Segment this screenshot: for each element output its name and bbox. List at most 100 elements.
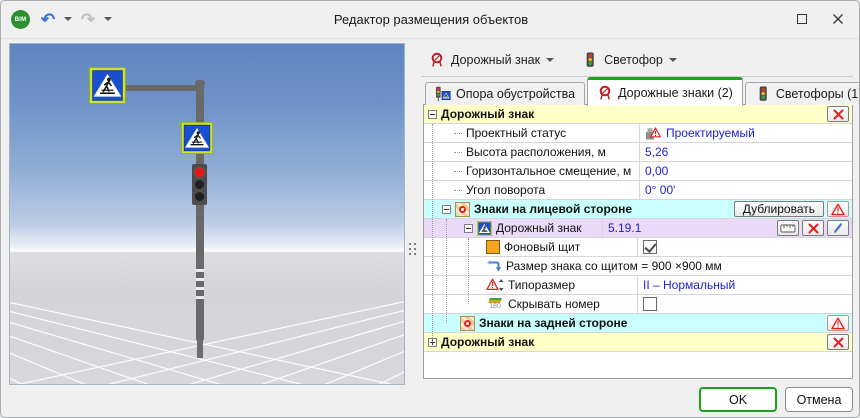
property-label: Высота расположения, м (466, 145, 606, 159)
duplicate-button[interactable]: Дублировать (734, 201, 824, 217)
app-icon-text: BIM (15, 17, 27, 23)
chevron-down-icon (546, 58, 554, 62)
ok-button[interactable]: OK (699, 387, 777, 412)
property-row-shield: Фоновый щит (424, 238, 852, 257)
cancel-button[interactable]: Отмена (785, 387, 853, 412)
group-label: Знаки на задней стороне (479, 316, 627, 330)
chevron-down-icon (64, 17, 72, 21)
edit-sign-button[interactable] (827, 220, 849, 236)
property-label: Типоразмер (508, 278, 575, 292)
undo-icon: ↶ (41, 11, 55, 28)
delete-sign-button[interactable] (827, 106, 849, 122)
property-label: Горизонтальное смещение, м (466, 164, 631, 178)
window-title: Редактор размещения объектов (1, 1, 860, 38)
collapse-expander-icon[interactable] (442, 205, 451, 214)
offset-value-field[interactable]: 0,00 (639, 162, 852, 180)
size-icon (486, 258, 502, 274)
property-row-hide-number: 180 Скрывать номер (424, 295, 852, 314)
warning-icon (831, 203, 845, 216)
pedestrian-sign-on-pole[interactable] (181, 122, 213, 154)
tab-road-signs-label: Дорожные знаки (2) (618, 86, 733, 100)
pedestrian-sign-on-arm[interactable] (89, 67, 126, 104)
property-row-offset: Горизонтальное смещение, м 0,00 (424, 162, 852, 181)
delete-sign-face-button[interactable] (802, 220, 824, 236)
dimensions-button[interactable] (777, 220, 799, 236)
property-row-sign-code: Дорожный знак 5.19.1 (424, 219, 852, 238)
title-bar: BIM ↶ ↷ Редактор размещения объектов (1, 1, 860, 38)
panel-toolbar: Дорожный знак Светофор (423, 45, 683, 74)
3d-viewport[interactable] (9, 43, 405, 385)
offset-value: 0,00 (645, 164, 668, 178)
add-road-sign-dropdown[interactable]: Дорожный знак (423, 49, 560, 71)
redo-icon: ↷ (81, 11, 95, 28)
typesize-value-field[interactable]: II – Нормальный (637, 276, 852, 294)
panel-splitter[interactable] (405, 43, 419, 385)
grid-overlay-dash (196, 296, 204, 299)
property-label: Проектный статус (466, 126, 566, 140)
sign-code-field[interactable]: 5.19.1 (602, 219, 852, 237)
hide-number-checkbox[interactable] (643, 297, 657, 311)
redo-dropdown-button[interactable] (101, 8, 115, 30)
tab-support[interactable]: Опора обустройства (425, 82, 585, 105)
expand-expander-icon[interactable] (428, 338, 437, 347)
group-label: Знаки на лицевой стороне (474, 202, 632, 216)
angle-value-field[interactable]: 0° 00' (639, 181, 852, 199)
property-row-status: Проектный статус Проектируемый (424, 124, 852, 143)
property-row-height: Высота расположения, м 5,26 (424, 143, 852, 162)
traffic-light-icon (755, 86, 771, 102)
tree-guide-line (454, 171, 462, 172)
titlebar-separator (1, 38, 860, 39)
warning-button[interactable] (827, 201, 849, 217)
sign-code-value: 5.19.1 (608, 221, 641, 235)
undo-dropdown-button[interactable] (61, 8, 75, 30)
maximize-button[interactable] (785, 5, 819, 33)
typesize-value: II – Нормальный (643, 278, 735, 292)
app-icon: BIM (11, 10, 30, 29)
yellow-lamp-off (195, 180, 204, 189)
road-sign-icon (429, 52, 445, 68)
property-label: Дорожный знак (496, 221, 582, 235)
sign-face-icon (455, 202, 470, 217)
support-icon (435, 86, 451, 102)
group-label: Дорожный знак (441, 107, 534, 121)
collapse-expander-icon[interactable] (428, 110, 437, 119)
pole-mast-lower[interactable] (197, 340, 203, 358)
height-value: 5,26 (645, 145, 668, 159)
sign-number-flag (488, 298, 502, 303)
pencil-icon (832, 222, 844, 234)
undo-button[interactable]: ↶ (37, 8, 59, 30)
tab-strip: Опора обустройства Дорожные знаки (2) Св… (425, 76, 860, 105)
add-traffic-light-dropdown[interactable]: Светофор (576, 49, 683, 71)
shield-checkbox[interactable] (643, 240, 657, 254)
warning-button[interactable] (827, 315, 849, 331)
add-road-sign-label: Дорожный знак (451, 53, 540, 67)
property-row-typesize: Типоразмер II – Нормальный (424, 276, 852, 295)
editor-window: BIM ↶ ↷ Редактор размещения объектов (0, 0, 860, 418)
delete-sign-button[interactable] (827, 334, 849, 350)
height-value-field[interactable]: 5,26 (639, 143, 852, 161)
traffic-light-icon (582, 52, 598, 68)
redo-button[interactable]: ↷ (77, 8, 99, 30)
pole-cap (195, 80, 205, 85)
chevron-down-icon (104, 17, 112, 21)
sign-number-icon: 180 (486, 298, 504, 310)
tree-guide-line (454, 152, 462, 153)
grid-overlay-dash (196, 278, 204, 281)
tab-traffic-lights[interactable]: Светофоры (1) (745, 82, 860, 105)
tab-traffic-lights-label: Светофоры (1) (776, 87, 860, 101)
collapse-expander-icon[interactable] (464, 224, 473, 233)
typesize-icon (486, 278, 504, 292)
close-icon (832, 13, 844, 25)
warning-icon (831, 317, 845, 330)
tab-road-signs[interactable]: Дорожные знаки (2) (587, 77, 743, 106)
group-label: Дорожный знак (441, 335, 534, 349)
dimension-icon (780, 224, 796, 233)
pedestrian-sign-icon (477, 221, 492, 236)
green-lamp-off (195, 192, 204, 201)
traffic-light-3d[interactable] (192, 164, 207, 205)
chevron-down-icon (669, 58, 677, 62)
sign-number-badge: 180 (489, 303, 501, 310)
close-button[interactable] (821, 5, 855, 33)
status-value-field[interactable]: Проектируемый (639, 124, 852, 142)
status-value: Проектируемый (666, 126, 755, 140)
